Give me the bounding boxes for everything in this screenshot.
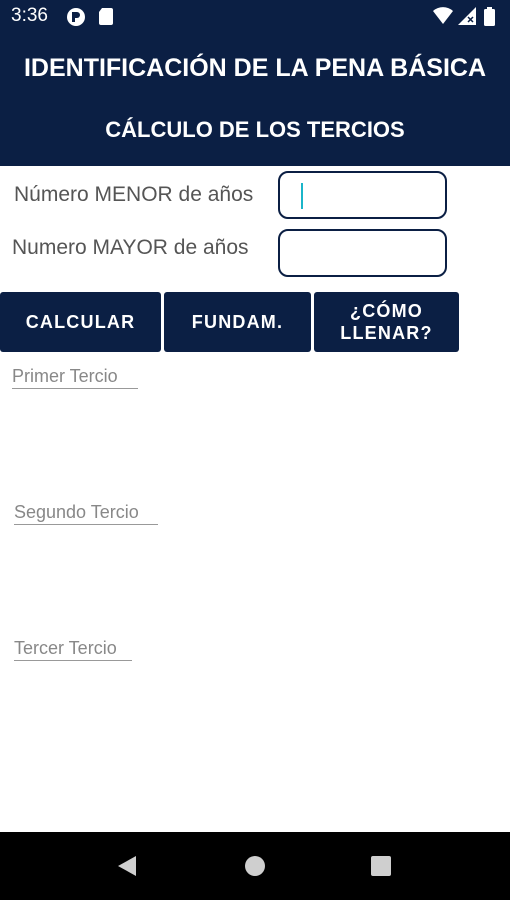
segundo-tercio-result: Segundo Tercio (14, 502, 158, 525)
app-notification-icon (66, 7, 86, 31)
primer-tercio-result: Primer Tercio (12, 366, 138, 389)
app-header: IDENTIFICACIÓN DE LA PENA BÁSICA CÁLCULO… (0, 32, 510, 166)
battery-icon (484, 7, 495, 30)
tercer-tercio-result: Tercer Tercio (14, 638, 132, 661)
status-bar: 3:36 (0, 0, 510, 32)
calcular-button[interactable]: CALCULAR (0, 292, 161, 352)
back-icon[interactable] (116, 854, 138, 882)
min-years-label: Número MENOR de años (14, 183, 254, 206)
min-years-input[interactable] (278, 171, 447, 219)
fundam-button[interactable]: FUNDAM. (164, 292, 311, 352)
status-time: 3:36 (11, 5, 48, 26)
page-subtitle: CÁLCULO DE LOS TERCIOS (105, 117, 405, 142)
sd-card-icon (98, 7, 114, 29)
home-icon[interactable] (243, 854, 267, 882)
text-cursor (301, 183, 303, 209)
signal-icon (458, 7, 476, 29)
max-years-label: Numero MAYOR de años (12, 236, 249, 259)
max-years-input[interactable] (278, 229, 447, 277)
recents-icon[interactable] (369, 854, 393, 882)
system-nav-bar (0, 832, 510, 900)
como-llenar-button[interactable]: ¿CÓMO LLENAR? (314, 292, 459, 352)
page-title: IDENTIFICACIÓN DE LA PENA BÁSICA (23, 54, 487, 82)
wifi-icon (433, 7, 453, 29)
